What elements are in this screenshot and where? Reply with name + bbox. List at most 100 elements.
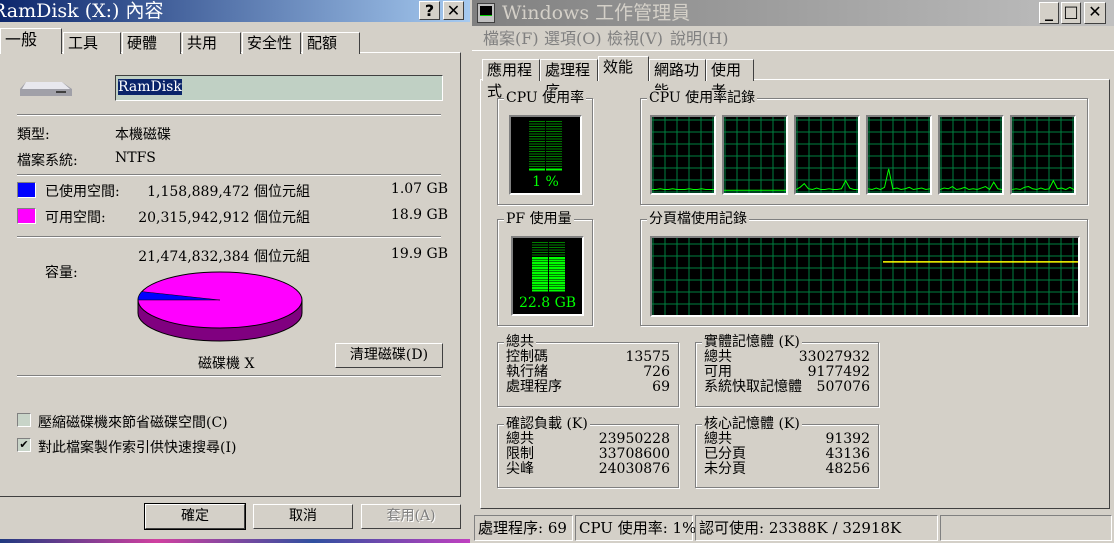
close-button[interactable]: ✕	[443, 1, 464, 20]
tab-users[interactable]: 使用者	[706, 59, 754, 100]
cpu-history-line	[867, 168, 931, 191]
meter-segment	[549, 264, 565, 267]
close-button[interactable]: ✕	[1084, 2, 1106, 24]
kernel-row: 總共 91392	[704, 432, 870, 447]
meter-segment	[532, 262, 548, 264]
totals-row-value: 13575	[625, 349, 670, 365]
cpu-history-line	[795, 179, 858, 191]
capacity-bytes: 21,474,832,384 個位元組	[138, 249, 310, 265]
meter-segment	[529, 151, 545, 152]
meter-segment	[532, 244, 548, 246]
tab-applications[interactable]: 應用程式	[482, 59, 540, 100]
physical-row: 系統快取記憶體 507076	[704, 380, 870, 395]
maximize-button[interactable]: □	[1061, 2, 1081, 24]
divider	[17, 174, 441, 176]
cpu-history-line	[652, 188, 714, 191]
menu-bar: 檔案(F) 選項(O) 檢視(V) 說明(H)	[472, 27, 1114, 51]
totals-row: 控制碼 13575	[506, 350, 670, 365]
meter-segment	[532, 269, 548, 272]
ok-button[interactable]: 確定	[144, 503, 246, 530]
tab-sharing[interactable]: 共用	[182, 32, 241, 54]
cleanup-button[interactable]: 清理磁碟(D)	[335, 343, 443, 368]
drive-label: 磁碟機 X	[198, 356, 255, 372]
free-gb: 18.9 GB	[390, 207, 448, 223]
meter-segment	[546, 123, 562, 125]
kernel-row-value: 43136	[825, 446, 870, 462]
compress-checkbox[interactable]	[17, 413, 31, 427]
apply-button[interactable]: 套用(A)	[361, 504, 461, 529]
tab-quota[interactable]: 配額	[302, 32, 360, 54]
title-bar: Windows 工作管理員	[472, 0, 1114, 26]
meter-segment	[529, 146, 545, 147]
index-label[interactable]: 對此檔案製作索引供快速搜尋(I)	[38, 437, 236, 457]
kernel-memory-title: 核心記憶體 (K)	[702, 416, 802, 432]
menu-view[interactable]: 檢視(V)	[607, 27, 663, 51]
meter-segment	[549, 262, 565, 264]
meter-segment	[529, 161, 545, 162]
tab-processes[interactable]: 處理程序	[540, 59, 598, 100]
index-checkbox[interactable]: ✔	[17, 438, 31, 452]
tab-security[interactable]: 安全性	[242, 32, 301, 54]
menu-options[interactable]: 選項(O)	[544, 27, 602, 51]
cpu-history-line	[1011, 179, 1075, 191]
tab-tools[interactable]: 工具	[63, 32, 121, 54]
meter-segment	[546, 138, 562, 140]
cpu-history-line	[939, 181, 1003, 191]
meter-segment	[529, 158, 545, 160]
physical-row-label: 總共	[704, 349, 732, 365]
cpu-history-graph	[1010, 115, 1076, 195]
used-label: 已使用空間:	[45, 184, 120, 200]
meter-segment	[529, 123, 545, 125]
meter-segment	[546, 151, 562, 152]
meter-segment	[532, 287, 548, 289]
physical-row-label: 可用	[704, 364, 732, 380]
cancel-button[interactable]: 取消	[253, 504, 353, 529]
help-button[interactable]: ?	[419, 1, 440, 20]
minimize-button[interactable]: _	[1039, 2, 1059, 24]
commit-row-label: 尖峰	[506, 461, 534, 477]
tab-performance[interactable]: 效能	[598, 56, 649, 81]
used-color-swatch	[17, 182, 36, 198]
meter-segment	[549, 272, 565, 274]
menu-file[interactable]: 檔案(F)	[483, 27, 539, 51]
tab-hardware[interactable]: 硬體	[122, 32, 181, 54]
commit-charge-title: 確認負載 (K)	[504, 416, 590, 432]
pf-history-graph	[650, 236, 1080, 317]
status-resize-grip[interactable]	[940, 515, 1112, 541]
tab-networking[interactable]: 網路功能	[649, 59, 706, 100]
totals-row-label: 處理程序	[506, 379, 562, 395]
pf-meter-bars	[532, 242, 565, 292]
kernel-row-label: 已分頁	[704, 446, 746, 462]
cpu-history-graph	[722, 115, 788, 195]
pf-history-title: 分頁檔使用記錄	[647, 211, 749, 227]
totals-row-label: 執行緒	[506, 364, 548, 380]
meter-segment	[546, 143, 562, 145]
meter-segment	[532, 254, 548, 256]
cpu-history-graph	[866, 115, 932, 195]
cpu-usage-meter: 1 %	[509, 115, 582, 195]
compress-label[interactable]: 壓縮磁碟機來節省磁碟空間(C)	[38, 412, 228, 432]
meter-segment	[549, 244, 565, 246]
physical-memory-group: 實體記憶體 (K) 總共 33027932 可用 9177492 系統快取記憶體 5070…	[695, 334, 879, 407]
meter-segment	[529, 143, 545, 145]
meter-segment	[549, 242, 565, 243]
kernel-row-value: 91392	[825, 431, 870, 447]
fs-value: NTFS	[115, 150, 156, 166]
meter-segment	[529, 153, 545, 155]
meter-segment	[529, 131, 545, 132]
meter-segment	[532, 272, 548, 274]
menu-help[interactable]: 說明(H)	[670, 27, 728, 51]
drive-name-input[interactable]: RamDisk	[115, 75, 443, 101]
pf-usage-value: 22.8 GB	[518, 295, 577, 311]
meter-segment	[532, 249, 548, 251]
meter-segment	[529, 133, 545, 135]
meter-segment	[549, 277, 565, 279]
meter-segment	[532, 289, 548, 292]
status-commit: 認可使用: 23388K / 32918K	[695, 515, 938, 541]
tab-general[interactable]: 一般	[0, 28, 62, 54]
type-label: 類型:	[17, 127, 50, 143]
meter-segment	[529, 121, 545, 122]
meter-segment	[549, 247, 565, 248]
meter-segment	[529, 136, 545, 137]
meter-segment	[532, 264, 548, 267]
